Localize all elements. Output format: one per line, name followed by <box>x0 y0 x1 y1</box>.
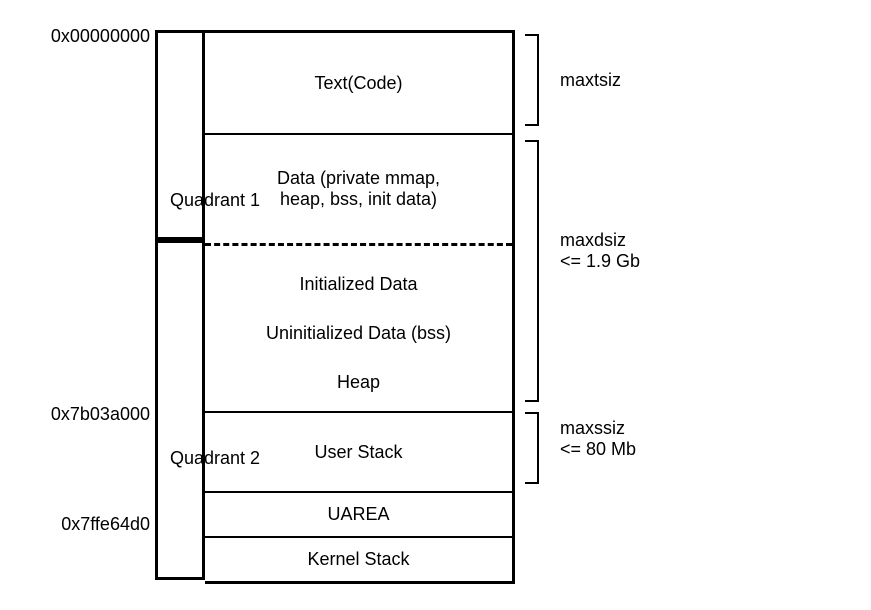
bracket-maxssiz <box>525 412 539 484</box>
segment-data-detail: Initialized Data Uninitialized Data (bss… <box>205 246 512 411</box>
bracket-maxtsiz <box>525 34 539 126</box>
segment-uninit-data-label: Uninitialized Data (bss) <box>266 323 451 344</box>
segment-kernel-stack: Kernel Stack <box>205 536 512 581</box>
bracket-maxdsiz <box>525 140 539 402</box>
segment-user-stack-label: User Stack <box>314 442 402 463</box>
segment-heap-label: Heap <box>337 372 380 393</box>
segment-uarea-label: UAREA <box>327 504 389 525</box>
limit-maxdsiz-line2: <= 1.9 Gb <box>560 251 640 272</box>
segment-uarea: UAREA <box>205 491 512 536</box>
address-label-top: 0x00000000 <box>20 26 150 47</box>
limit-maxdsiz: maxdsiz <= 1.9 Gb <box>560 230 640 272</box>
limit-maxtsiz: maxtsiz <box>560 70 621 91</box>
address-label-mid: 0x7b03a000 <box>20 404 150 425</box>
segment-text-code-label: Text(Code) <box>314 73 402 94</box>
limit-maxdsiz-line1: maxdsiz <box>560 230 640 251</box>
limit-maxssiz: maxssiz <= 80 Mb <box>560 418 636 460</box>
segment-data-line2: heap, bss, init data) <box>280 189 437 210</box>
quadrant-2-label: Quadrant 2 <box>170 448 260 469</box>
segment-data: Data (private mmap, heap, bss, init data… <box>205 133 512 243</box>
quadrant-2-bar <box>155 240 205 580</box>
limit-maxssiz-line2: <= 80 Mb <box>560 439 636 460</box>
memory-layout-column: Text(Code) Data (private mmap, heap, bss… <box>205 30 515 584</box>
segment-text-code: Text(Code) <box>205 33 512 133</box>
limit-maxssiz-line1: maxssiz <box>560 418 636 439</box>
quadrant-1-label: Quadrant 1 <box>170 190 260 211</box>
segment-init-data-label: Initialized Data <box>299 274 417 295</box>
address-label-uarea: 0x7ffe64d0 <box>20 514 150 535</box>
segment-data-line1: Data (private mmap, <box>277 168 440 189</box>
segment-kernel-stack-label: Kernel Stack <box>307 549 409 570</box>
